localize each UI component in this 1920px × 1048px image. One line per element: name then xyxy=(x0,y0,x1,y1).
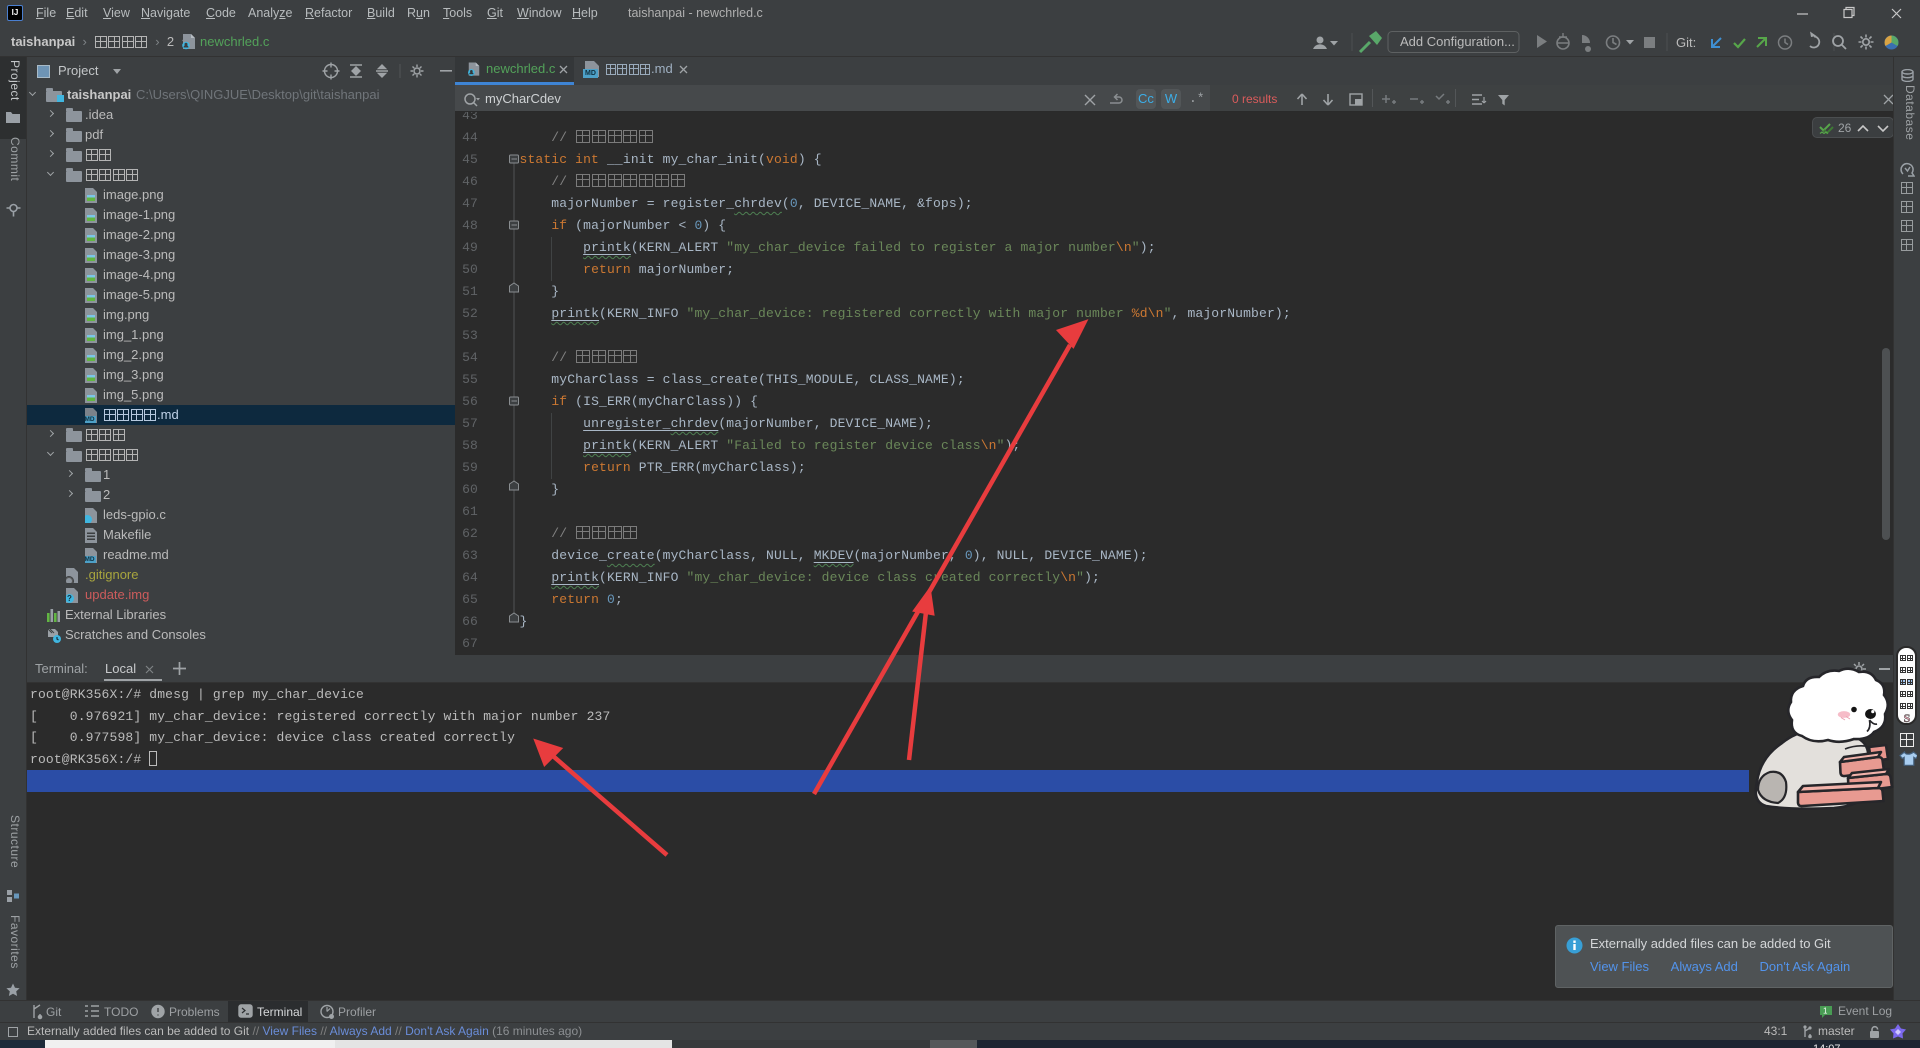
svg-text:Add Configuration...: Add Configuration... xyxy=(1400,34,1515,49)
svg-text:1: 1 xyxy=(1823,1007,1828,1016)
svg-text:Git: Git xyxy=(46,1005,62,1019)
svg-text:Problems: Problems xyxy=(169,1005,220,1019)
svg-text:Git:: Git: xyxy=(1676,35,1696,50)
svg-text:Terminal: Terminal xyxy=(257,1005,302,1019)
svg-text:Profiler: Profiler xyxy=(338,1005,376,1019)
svg-text:TODO: TODO xyxy=(104,1005,138,1019)
